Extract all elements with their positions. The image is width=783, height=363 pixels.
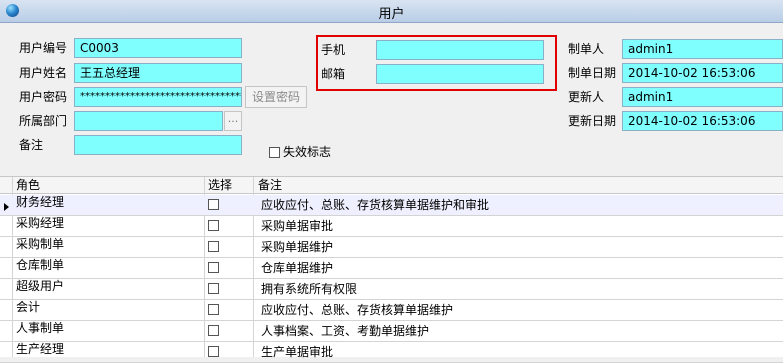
column-header-select[interactable]: 选择 [208,177,232,193]
role-cell: 采购经理 [16,216,65,230]
select-checkbox[interactable] [208,262,219,273]
password-field[interactable]: ********************************** [74,87,242,107]
role-cell: 采购制单 [16,237,65,251]
create-date-field[interactable]: 2014-10-02 16:53:06 [622,63,783,83]
email-label: 邮箱 [321,67,346,81]
table-row[interactable]: 采购制单 采购单据维护 [0,237,783,258]
remark-cell: 仓库单据维护 [261,261,334,275]
current-row-indicator-icon [4,203,9,211]
table-row[interactable]: 人事制单 人事档案、工资、考勤单据维护 [0,321,783,342]
role-cell: 财务经理 [16,195,65,209]
table-row[interactable]: 采购经理 采购单据审批 [0,216,783,237]
column-header-remark[interactable]: 备注 [258,177,282,193]
select-checkbox[interactable] [208,304,219,315]
table-row[interactable]: 超级用户 拥有系统所有权限 [0,279,783,300]
department-field[interactable] [74,111,223,131]
email-field[interactable] [376,64,544,84]
remark-cell: 应收应付、总账、存货核算单据维护和审批 [261,198,490,212]
department-label: 所属部门 [19,114,68,128]
updater-field[interactable]: admin1 [622,87,783,107]
disabled-label: 失效标志 [283,145,332,159]
role-cell: 人事制单 [16,321,65,335]
remark-cell: 采购单据审批 [261,219,334,233]
updater-label: 更新人 [568,90,605,104]
user-name-field[interactable]: 王五总经理 [74,63,242,83]
user-code-label: 用户编号 [19,41,68,55]
password-label: 用户密码 [19,90,68,104]
remark-cell: 采购单据维护 [261,240,334,254]
role-cell: 超级用户 [16,279,65,293]
select-checkbox[interactable] [208,346,219,357]
remark-field[interactable] [74,135,242,155]
select-checkbox[interactable] [208,325,219,336]
creator-field[interactable]: admin1 [622,39,783,59]
remark-label: 备注 [19,138,44,152]
table-row[interactable]: 生产经理 生产单据审批 [0,342,783,363]
select-checkbox[interactable] [208,241,219,252]
table-row[interactable]: 财务经理 应收应付、总账、存货核算单据维护和审批 [0,195,783,216]
phone-field[interactable] [376,40,544,60]
window-title: 用户 [378,7,405,22]
grid-header: 角色 选择 备注 [0,177,783,194]
select-checkbox[interactable] [208,220,219,231]
role-cell: 会计 [16,300,41,314]
disabled-checkbox[interactable] [269,147,280,158]
remark-cell: 应收应付、总账、存货核算单据维护 [261,303,454,317]
remark-cell: 拥有系统所有权限 [261,282,358,296]
column-header-role[interactable]: 角色 [16,177,40,193]
roles-grid: 角色 选择 备注 财务经理 应收应付、总账、存货核算单据维护和审批 采购经理 采… [0,176,783,363]
select-checkbox[interactable] [208,283,219,294]
update-date-label: 更新日期 [568,114,617,128]
role-cell: 仓库制单 [16,258,65,272]
department-picker-button[interactable]: ... [224,111,242,131]
table-row[interactable]: 会计 应收应付、总账、存货核算单据维护 [0,300,783,321]
user-name-label: 用户姓名 [19,66,68,80]
title-bar: 用户 [0,0,783,23]
user-code-field[interactable]: C0003 [74,38,242,58]
phone-label: 手机 [321,43,346,57]
table-row[interactable]: 仓库制单 仓库单据维护 [0,258,783,279]
create-date-label: 制单日期 [568,66,617,80]
select-checkbox[interactable] [208,199,219,210]
set-password-button[interactable]: 设置密码 [245,86,307,108]
role-cell: 生产经理 [16,342,65,356]
remark-cell: 人事档案、工资、考勤单据维护 [261,324,430,338]
creator-label: 制单人 [568,42,605,56]
update-date-field[interactable]: 2014-10-02 16:53:06 [622,111,783,131]
remark-cell: 生产单据审批 [261,345,334,359]
